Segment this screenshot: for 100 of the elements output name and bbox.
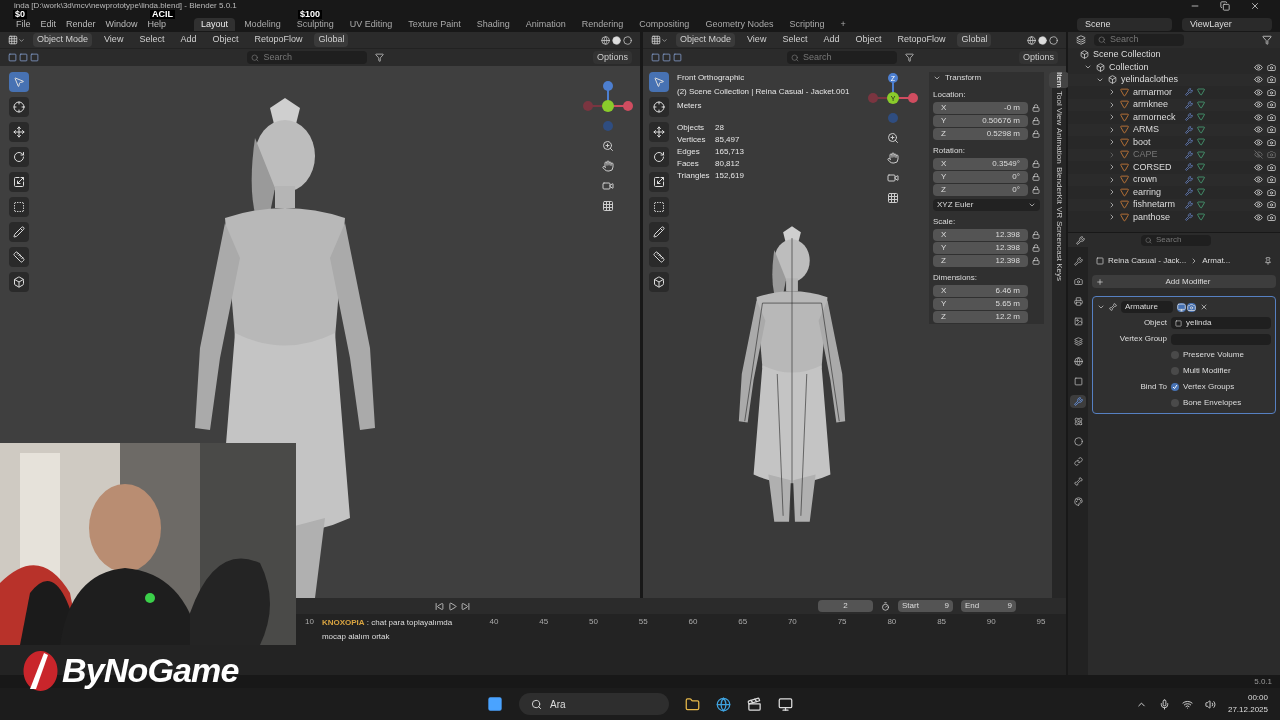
workspace-tab[interactable]: Animation [518, 17, 573, 31]
number-field[interactable]: Z 12.2 m [933, 311, 1028, 323]
timer-icon[interactable] [881, 601, 890, 611]
material-shading-icon[interactable] [623, 35, 632, 45]
lock-icon[interactable] [1032, 186, 1040, 194]
eye-icon[interactable] [1254, 175, 1263, 185]
solid-shading-icon[interactable] [612, 35, 621, 45]
number-field[interactable]: X 6.46 m [933, 285, 1028, 297]
orientation-dropdown[interactable]: Global [957, 33, 992, 47]
eye-icon[interactable] [1254, 200, 1263, 210]
outliner-row[interactable]: CORSED [1068, 161, 1280, 174]
monitor-icon[interactable] [1177, 302, 1186, 312]
workspace-tab[interactable]: Modeling [237, 17, 288, 31]
axis-gizmo-icon[interactable] [580, 80, 636, 132]
checkbox[interactable] [1171, 383, 1179, 391]
checkbox[interactable] [1171, 351, 1179, 359]
tool-button[interactable] [9, 222, 29, 242]
jump-start-icon[interactable] [435, 601, 444, 611]
viewport[interactable] [643, 66, 1066, 598]
pan-icon[interactable] [887, 152, 899, 164]
sidebar-tab[interactable]: VR [1049, 206, 1069, 219]
lock-icon[interactable] [1032, 130, 1040, 138]
filter-icon[interactable] [905, 53, 914, 62]
mode-dropdown[interactable]: Object Mode [676, 33, 736, 47]
lock-icon[interactable] [1032, 231, 1040, 239]
view-layer-selector[interactable]: ViewLayer [1182, 18, 1272, 31]
mode-dropdown[interactable]: Object Mode [33, 33, 93, 47]
number-field[interactable]: X 0.3549° [933, 158, 1028, 170]
menu-item[interactable]: RetopoFlow [893, 33, 950, 47]
tool-button[interactable] [9, 72, 29, 92]
rotation-mode-dropdown[interactable]: XYZ Euler [933, 199, 1040, 211]
number-field[interactable]: Y 5.65 m [933, 298, 1028, 310]
collapse-icon[interactable] [1097, 303, 1105, 311]
filter-icon[interactable] [1262, 35, 1272, 45]
eye-icon[interactable] [1254, 187, 1263, 197]
tool-button[interactable] [9, 197, 29, 217]
browser-icon[interactable] [716, 696, 731, 712]
workspace-tab[interactable]: Rendering [574, 17, 631, 31]
number-field[interactable]: Z 0.5298 m [933, 128, 1028, 140]
add-modifier-button[interactable]: Add Modifier [1092, 275, 1276, 288]
eye-icon[interactable] [1254, 75, 1263, 85]
tool-button[interactable] [9, 147, 29, 167]
lock-icon[interactable] [1032, 160, 1040, 168]
menu-item[interactable]: Edit [40, 17, 57, 31]
tool-button[interactable] [649, 97, 669, 117]
lock-icon[interactable] [1032, 104, 1040, 112]
editor-type-button[interactable] [8, 35, 25, 45]
outliner-row[interactable]: boot [1068, 136, 1280, 149]
solid-shading-icon[interactable] [1038, 35, 1047, 45]
outliner-row[interactable]: armarmor [1068, 86, 1280, 99]
network-icon[interactable] [1181, 698, 1193, 710]
collapse-icon[interactable] [933, 74, 941, 82]
tool-button[interactable] [9, 272, 29, 292]
start-frame-field[interactable]: Start 9 [898, 600, 953, 612]
sidebar-tab[interactable]: Item [1049, 72, 1069, 88]
outliner-item[interactable]: Scene Collection [1093, 47, 1161, 62]
editor-type-icon[interactable] [1076, 235, 1085, 245]
jump-end-icon[interactable] [461, 601, 470, 611]
folder-icon[interactable] [685, 696, 700, 712]
lock-icon[interactable] [1032, 173, 1040, 181]
workspace-tab[interactable]: UV Editing [342, 17, 400, 31]
orientation-dropdown[interactable]: Global [314, 33, 349, 47]
workspace-tab[interactable]: + [833, 17, 853, 31]
outliner-row[interactable]: earring [1068, 186, 1280, 199]
filter-icon[interactable] [375, 53, 385, 62]
eye-icon[interactable] [1254, 112, 1263, 122]
tool-button[interactable] [9, 97, 29, 117]
search-field[interactable]: Search [787, 51, 897, 64]
eye-icon[interactable] [1254, 87, 1263, 97]
eye-icon[interactable] [1254, 62, 1263, 72]
editor-type-button[interactable] [651, 35, 668, 45]
video-app-icon[interactable] [747, 696, 762, 712]
pin-icon[interactable] [1264, 257, 1272, 265]
menu-item[interactable]: Help [147, 17, 167, 31]
sidebar-tab[interactable]: Animation [1049, 128, 1069, 165]
lock-icon[interactable] [1032, 257, 1040, 265]
eye-icon[interactable] [1254, 100, 1263, 110]
workspace-tab[interactable]: Geometry Nodes [698, 17, 781, 31]
material-shading-icon[interactable] [1049, 35, 1058, 45]
eye-icon[interactable] [1254, 162, 1263, 172]
workspace-tab[interactable]: Compositing [632, 17, 697, 31]
wireframe-shading-icon[interactable] [1027, 35, 1036, 45]
tool-button[interactable] [649, 72, 669, 92]
panel-title[interactable]: Transform [945, 72, 982, 84]
checkbox[interactable] [1171, 399, 1179, 407]
number-field[interactable]: X 12.398 [933, 229, 1028, 241]
menu-item[interactable]: File [16, 17, 31, 31]
eye-icon[interactable] [1254, 212, 1263, 222]
microphone-icon[interactable] [1158, 698, 1170, 710]
tool-button[interactable] [649, 122, 669, 142]
tool-button[interactable] [649, 247, 669, 267]
options-dropdown[interactable]: Options [592, 50, 632, 65]
tool-button[interactable] [649, 272, 669, 292]
search-field[interactable]: Search [247, 51, 368, 64]
tool-button[interactable] [649, 197, 669, 217]
play-icon[interactable] [448, 601, 457, 611]
menu-item[interactable]: RetopoFlow [250, 33, 307, 47]
number-field[interactable]: Y 0.50676 m [933, 115, 1028, 127]
menu-item[interactable]: Select [778, 33, 812, 47]
end-frame-field[interactable]: End 9 [961, 600, 1016, 612]
